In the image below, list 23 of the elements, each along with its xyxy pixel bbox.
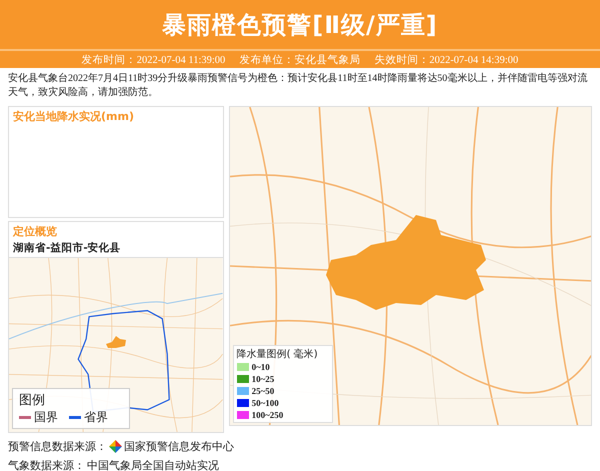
info-text: 发布时间：2022-07-04 11:39:00 [82,53,226,66]
source-label: 预警信息数据来源： [8,439,107,454]
legend-label: 100~250 [252,410,284,420]
description-text: 安化县气象台2022年7月4日11时39分升级暴雨预警信号为橙色：预计安化县11时至14时降雨量将达50毫米以上，并伴随雷电等强对流天气，致灾风险高，请加强防范。 [8,72,588,100]
legend-label: 国界 [34,409,58,426]
panel-title: 安化当地降水实况(mm) [12,109,135,125]
source-name: 中国气象局全国自动站实况 [87,458,219,471]
legend-label: 省界 [84,409,108,426]
source-label: 气象数据来源： [8,458,85,471]
info-text: 发布单位：安化县气象局 [239,53,360,66]
diamond-logo-icon [109,440,122,453]
legend-label: 0~10 [252,362,270,372]
legend-label: 25~50 [252,386,274,396]
page-title: 暴雨橙色预警[Ⅱ级/严重] [162,10,438,40]
legend-label: 50~100 [252,398,279,408]
panel-title: 定位概览 [12,224,58,240]
county-shape [106,336,126,348]
source-name: 国家预警信息发布中心 [124,439,234,454]
legend-title: 图例 [19,392,46,409]
legend-label: 10~25 [252,374,274,384]
region-path-text: 湖南省-益阳市-安化县 [12,241,122,256]
info-text: 失效时间：2022-07-04 14:39:00 [374,53,518,66]
legend-title: 降水量图例( 毫米) [236,348,319,361]
